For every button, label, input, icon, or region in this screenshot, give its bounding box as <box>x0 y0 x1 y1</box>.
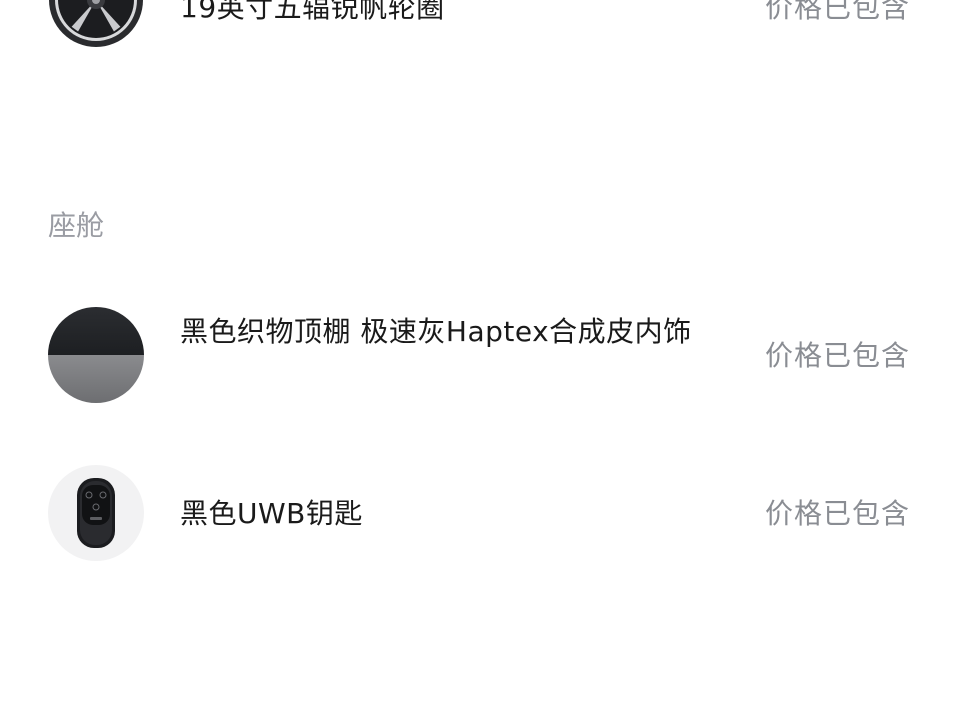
option-row-wheels: 19英寸五辐锐帆轮圈 价格已包含 <box>0 0 960 48</box>
option-name: 19英寸五辐锐帆轮圈 <box>180 0 445 24</box>
section-title-cabin: 座舱 <box>48 209 105 242</box>
car-key-icon <box>48 465 144 561</box>
wheel-rim-icon <box>48 0 144 48</box>
option-row-interior: 黑色织物顶棚 极速灰Haptex合成皮内饰 价格已包含 <box>0 306 960 406</box>
interior-swatch-icon <box>48 307 144 403</box>
option-price: 价格已包含 <box>764 497 910 530</box>
option-name: 黑色UWB钥匙 <box>180 497 363 530</box>
option-name: 黑色织物顶棚 极速灰Haptex合成皮内饰 <box>180 315 692 348</box>
option-row-key: 黑色UWB钥匙 价格已包含 <box>0 464 960 564</box>
config-summary-page: 19英寸五辐锐帆轮圈 价格已包含 座舱 黑色织物顶棚 极速灰Haptex合成皮内… <box>0 0 960 720</box>
option-price: 价格已包含 <box>764 0 910 24</box>
option-price: 价格已包含 <box>764 339 910 372</box>
